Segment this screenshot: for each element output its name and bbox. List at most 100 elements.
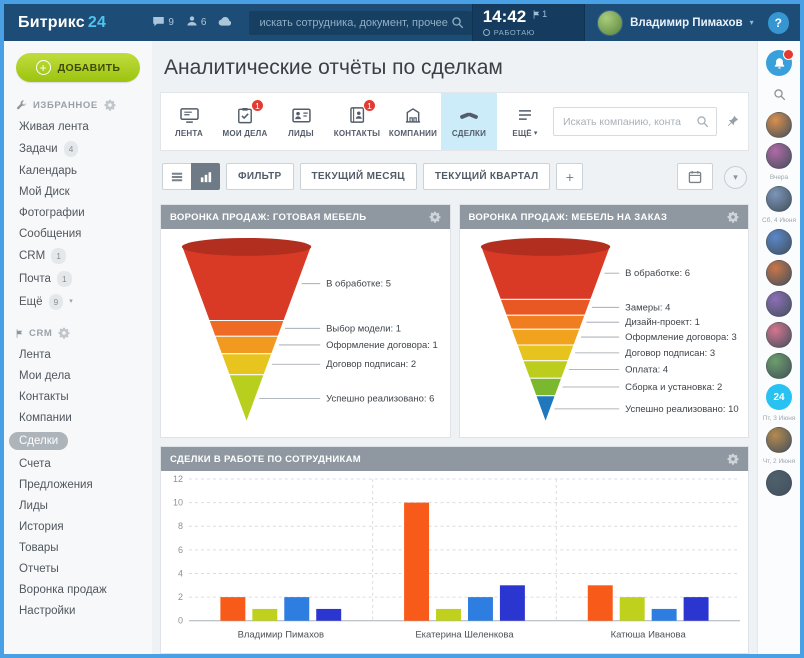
- sidebar-item-more[interactable]: Ещё 9 ▾: [4, 290, 152, 313]
- current-quarter-button[interactable]: ТЕКУЩИЙ КВАРТАЛ: [422, 163, 551, 190]
- sidebar-item-crm[interactable]: CRM 1: [4, 244, 152, 267]
- avatar[interactable]: [766, 353, 792, 379]
- avatar[interactable]: [766, 322, 792, 348]
- sidebar-item-calendar[interactable]: Календарь: [4, 160, 152, 181]
- collapse-button[interactable]: ▾: [724, 166, 747, 189]
- help-button[interactable]: ?: [767, 11, 790, 34]
- sidebar-item-label: Сообщения: [19, 227, 82, 240]
- svg-text:Договор подписан: 3: Договор подписан: 3: [625, 348, 715, 359]
- card-header: СДЕЛКИ В РАБОТЕ ПО СОТРУДНИКАМ: [161, 447, 748, 471]
- sidebar-item-messages[interactable]: Сообщения: [4, 223, 152, 244]
- sidebar-item-contacts[interactable]: Контакты: [4, 386, 152, 407]
- sidebar-item-companies[interactable]: Компании: [4, 407, 152, 428]
- search-icon[interactable]: [451, 16, 464, 29]
- add-period-button[interactable]: +: [556, 163, 584, 190]
- svg-text:В обработке: 5: В обработке: 5: [326, 279, 391, 290]
- flag-icon: [533, 9, 540, 19]
- topbar-search-input[interactable]: [257, 15, 451, 30]
- logo-brand: Битрикс: [18, 13, 85, 31]
- svg-text:Катюша Иванова: Катюша Иванова: [611, 630, 687, 641]
- gear-icon[interactable]: [727, 211, 739, 223]
- gear-icon[interactable]: [58, 327, 70, 339]
- add-button-label: ДОБАВИТЬ: [57, 61, 121, 74]
- calendar-button[interactable]: [677, 163, 713, 190]
- tab-deals[interactable]: СДЕЛКИ: [441, 93, 497, 150]
- sidebar-item-label: Мой Диск: [19, 185, 70, 198]
- search-icon[interactable]: [766, 81, 792, 107]
- more-icon: [518, 106, 532, 125]
- sidebar-section-header: ИЗБРАННОЕ: [4, 95, 152, 116]
- tab-my-affairs[interactable]: МОИ ДЕЛА 1: [217, 93, 273, 150]
- funnel-card-custom-furniture: ВОРОНКА ПРОДАЖ: МЕБЕЛЬ НА ЗАКАЗ В обрабо…: [458, 204, 749, 438]
- counter-badge: 9: [48, 293, 64, 310]
- sidebar-item-mail[interactable]: Почта 1: [4, 267, 152, 290]
- sidebar-item-live-feed[interactable]: Живая лента: [4, 116, 152, 137]
- current-month-button[interactable]: ТЕКУЩИЙ МЕСЯЦ: [299, 163, 417, 190]
- bell-icon[interactable]: [766, 49, 794, 76]
- tab-contacts[interactable]: КОНТАКТЫ 1: [329, 93, 385, 150]
- svg-text:0: 0: [178, 616, 183, 626]
- svg-text:Сборка и установка: 2: Сборка и установка: 2: [625, 382, 722, 393]
- app-window: Битрикс24 9 6 14:42 1 РАБОТАЮ Владимир П…: [0, 0, 804, 658]
- tab-label: КОНТАКТЫ: [333, 128, 381, 138]
- sidebar-item-my-disk[interactable]: Мой Диск: [4, 181, 152, 202]
- tab-leads[interactable]: ЛИДЫ: [273, 93, 329, 150]
- avatar[interactable]: [766, 291, 792, 317]
- filter-button[interactable]: ФИЛЬТР: [226, 163, 294, 190]
- chart-view-toggle[interactable]: [191, 163, 220, 190]
- sidebar-item-deals[interactable]: Сделки: [4, 428, 152, 453]
- sidebar-item-history[interactable]: История: [4, 516, 152, 537]
- crm-search-box: [553, 107, 717, 136]
- crm-search-input[interactable]: [561, 114, 691, 129]
- clock-widget[interactable]: 14:42 1 РАБОТАЮ: [471, 4, 586, 41]
- search-icon[interactable]: [696, 115, 709, 128]
- sidebar-item-feed[interactable]: Лента: [4, 344, 152, 365]
- tab-companies[interactable]: КОМПАНИИ: [385, 93, 441, 150]
- sidebar-item-invoices[interactable]: Счета: [4, 453, 152, 474]
- cloud-icon[interactable]: [218, 16, 233, 29]
- bitrix-logo[interactable]: Битрикс 24: [4, 14, 148, 32]
- svg-text:Оплата: 4: Оплата: 4: [625, 364, 668, 375]
- gear-icon[interactable]: [429, 211, 441, 223]
- feed-icon: [179, 106, 199, 125]
- avatar[interactable]: [766, 186, 792, 212]
- gear-icon[interactable]: [727, 453, 739, 465]
- sidebar-item-products[interactable]: Товары: [4, 537, 152, 558]
- avatar[interactable]: [766, 470, 792, 496]
- avatar[interactable]: [766, 427, 792, 453]
- people-icon[interactable]: 6: [186, 15, 206, 30]
- topbar: Битрикс24 9 6 14:42 1 РАБОТАЮ Владимир П…: [4, 4, 800, 41]
- avatar[interactable]: [766, 260, 792, 286]
- svg-text:2: 2: [178, 592, 183, 602]
- list-view-toggle[interactable]: [162, 163, 191, 190]
- tab-more[interactable]: ЕЩЁ ▾: [497, 93, 553, 150]
- sidebar-item-label: Фотографии: [19, 206, 85, 219]
- avatar[interactable]: [766, 143, 792, 169]
- card-title: СДЕЛКИ В РАБОТЕ ПО СОТРУДНИКАМ: [170, 453, 361, 465]
- svg-text:Екатерина Шеленкова: Екатерина Шеленкова: [415, 630, 514, 641]
- sidebar-item-reports[interactable]: Отчеты: [4, 558, 152, 579]
- sidebar-item-my-affairs[interactable]: Мои дела: [4, 365, 152, 386]
- svg-text:Договор подписан: 2: Договор подписан: 2: [326, 359, 416, 370]
- rail-date-label: Чт, 2 Июня: [762, 458, 796, 465]
- gear-icon[interactable]: [104, 99, 116, 111]
- sidebar-item-tasks[interactable]: Задачи 4: [4, 137, 152, 160]
- avatar[interactable]: [766, 112, 792, 138]
- section-title: ИЗБРАННОЕ: [33, 99, 98, 111]
- avatar[interactable]: [766, 229, 792, 255]
- work-status[interactable]: РАБОТАЮ: [482, 28, 574, 37]
- bitrix24-avatar[interactable]: 24: [766, 384, 792, 410]
- chat-icon[interactable]: 9: [152, 15, 174, 31]
- sidebar-item-settings[interactable]: Настройки: [4, 600, 152, 621]
- svg-text:Успешно реализовано: 10: Успешно реализовано: 10: [625, 404, 738, 415]
- sidebar-item-sales-funnel[interactable]: Воронка продаж: [4, 579, 152, 600]
- add-button[interactable]: + ДОБАВИТЬ: [16, 53, 140, 82]
- calendar-icon: [688, 170, 702, 184]
- sidebar-item-photos[interactable]: Фотографии: [4, 202, 152, 223]
- svg-text:Владимир Пимахов: Владимир Пимахов: [238, 630, 324, 641]
- tab-feed[interactable]: ЛЕНТА: [161, 93, 217, 150]
- sidebar-item-quotes[interactable]: Предложения: [4, 474, 152, 495]
- user-menu[interactable]: Владимир Пимахов ▾: [585, 9, 761, 36]
- pin-icon[interactable]: [726, 115, 739, 128]
- sidebar-item-leads[interactable]: Лиды: [4, 495, 152, 516]
